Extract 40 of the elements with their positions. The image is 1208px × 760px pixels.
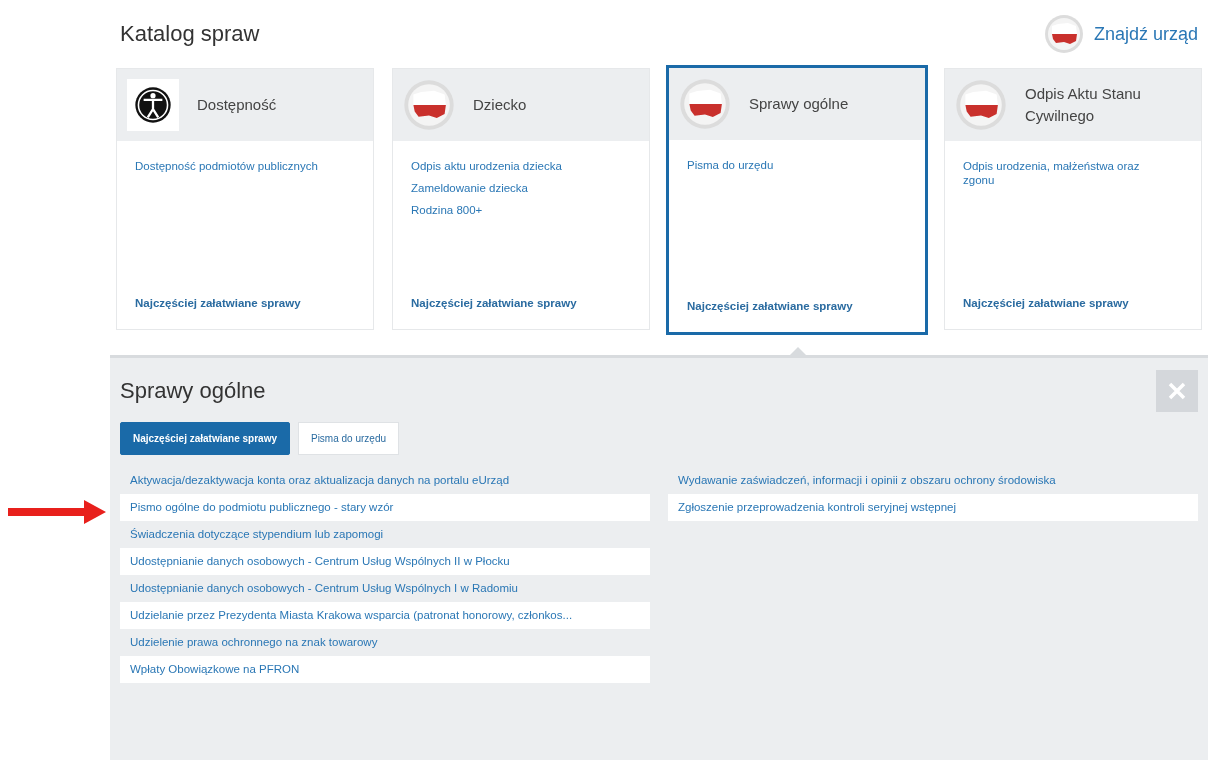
close-button[interactable] [1156, 370, 1198, 412]
card-title: Dostępność [197, 95, 277, 115]
service-link[interactable]: Udostępnianie danych osobowych - Centrum Usług Wspólnych II w Płocku [120, 548, 650, 575]
close-icon [1168, 382, 1186, 400]
card-link[interactable]: Zameldowanie dziecka [411, 181, 631, 195]
service-link[interactable]: Wpłaty Obowiązkowe na PFRON [120, 656, 650, 683]
card-link[interactable]: Rodzina 800+ [411, 203, 631, 217]
card-title: Sprawy ogólne [749, 94, 849, 114]
card-link[interactable]: Pisma do urzędu [687, 158, 907, 172]
accessibility-icon [127, 79, 179, 131]
flag-icon [1043, 14, 1084, 54]
card-title: Dziecko [473, 95, 527, 115]
category-card[interactable]: Dziecko Odpis aktu urodzenia dziecka Zameldowanie dziecka Rodzina 800+ Najczęściej załatwiane sprawy [392, 68, 650, 330]
service-link[interactable]: Udzielenie prawa ochronnego na znak towarowy [120, 629, 650, 656]
category-card[interactable]: Odpis Aktu Stanu Cywilnego Odpis urodzenia, małżeństwa oraz zgonu Najczęściej załatwiane sprawy [944, 68, 1202, 330]
flag-icon [403, 79, 455, 131]
service-link[interactable]: Zgłoszenie przeprowadzenia kontroli seryjnej wstępnej [668, 494, 1198, 521]
card-link[interactable]: Odpis aktu urodzenia dziecka [411, 159, 631, 173]
service-link[interactable]: Aktywacja/dezaktywacja konta oraz aktualizacja danych na portalu eUrząd [120, 467, 650, 494]
find-office-link[interactable]: Znajdź urząd [1043, 14, 1198, 54]
panel-title: Sprawy ogólne [120, 378, 266, 404]
service-link[interactable]: Udzielanie przez Prezydenta Miasta Krakowa wsparcia (patronat honorowy, członkos... [120, 602, 650, 629]
card-footer-link[interactable]: Najczęściej załatwiane sprawy [117, 297, 373, 329]
card-title: Odpis Aktu Stanu Cywilnego [1025, 84, 1142, 126]
service-link[interactable]: Świadczenia dotyczące stypendium lub zapomogi [120, 521, 650, 548]
flag-icon [955, 79, 1007, 131]
card-link[interactable]: Dostępność podmiotów publicznych [135, 159, 355, 173]
category-card[interactable]: Dostępność Dostępność podmiotów publicznych Najczęściej załatwiane sprawy [116, 68, 374, 330]
service-link[interactable]: Wydawanie zaświadczeń, informacji i opinii z obszaru ochrony środowiska [668, 467, 1198, 494]
service-link[interactable]: Pismo ogólne do podmiotu publicznego - stary wzór [120, 494, 650, 521]
card-footer-link[interactable]: Najczęściej załatwiane sprawy [669, 300, 925, 332]
tab[interactable]: Najczęściej załatwiane sprawy [120, 422, 290, 455]
card-link[interactable]: Odpis urodzenia, małżeństwa oraz zgonu [963, 159, 1183, 187]
service-link[interactable]: Udostępnianie danych osobowych - Centrum Usług Wspólnych I w Radomiu [120, 575, 650, 602]
flag-icon [679, 78, 731, 130]
card-footer-link[interactable]: Najczęściej załatwiane sprawy [945, 297, 1201, 329]
card-footer-link[interactable]: Najczęściej załatwiane sprawy [393, 297, 649, 329]
page-title: Katalog spraw [120, 21, 260, 47]
tab[interactable]: Pisma do urzędu [297, 422, 399, 455]
category-card[interactable]: Sprawy ogólne Pisma do urzędu Najczęściej załatwiane sprawy [666, 65, 928, 335]
